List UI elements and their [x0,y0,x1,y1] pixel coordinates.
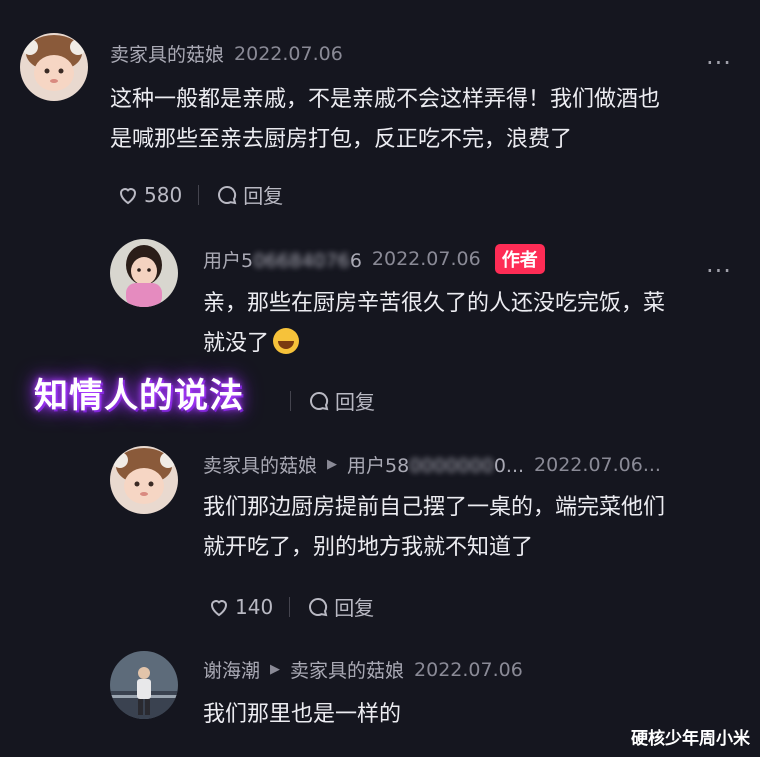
like-count: 580 [144,182,183,207]
reply-arrow-icon: ▶ [270,662,281,677]
reply-label: 回复 [335,390,375,414]
more-options-icon[interactable]: ... [706,250,732,278]
comment-text-line: 是喊那些至亲去厨房打包，反正吃不完，浪费了 [110,127,573,152]
man-photo-avatar-icon [110,651,178,719]
comment-text: 这种一般都是亲戚，不是亲戚不会这样弄得！我们做酒也 是喊那些至亲去厨房打包，反正… [110,80,660,160]
avatar[interactable] [110,239,178,307]
comment-meta: 谢海潮 ▶ 卖家具的菇娘 2022.07.06 [203,656,523,683]
heart-icon [210,599,228,616]
comment-actions: 140 回复 [207,592,374,621]
username-prefix: 用户58 [347,455,410,477]
heart-icon [119,187,137,204]
comment-text-segment: 就没了 [203,331,270,356]
speech-bubble-icon [218,185,237,204]
divider [290,390,291,411]
watermark: 硬核少年周小米 [631,729,750,749]
divider [198,184,200,205]
like-count: 140 [235,594,274,619]
username-blurred: 0000000 [409,455,494,477]
reply-label: 回复 [334,596,375,620]
comment-text-line: 我们那里也是一样的 [203,702,402,727]
comment-date: 2022.07.06 [414,658,523,681]
laughing-crying-emoji-icon [273,328,300,354]
reply-label: 回复 [243,184,284,208]
comment-text-line: 就没了 [203,324,665,364]
reply-button[interactable]: 回复 [215,180,283,209]
avatar[interactable] [20,33,88,101]
comment-meta: 卖家具的菇娘 2022.07.06 [110,40,343,67]
comment-text-line: 我们那边厨房提前自己摆了一桌的，端完菜他们 [203,495,666,520]
comment-text-line: 亲，那些在厨房辛苦很久了的人还没吃完饭，菜 [203,291,666,316]
more-options-icon[interactable]: ... [706,42,732,70]
reply-to-username[interactable]: 卖家具的菇娘 [290,656,404,683]
like-button[interactable]: 140 [207,595,273,619]
username[interactable]: 卖家具的菇娘 [203,451,317,478]
username-suffix: 6 [349,249,362,272]
reply-button[interactable]: 回复 [307,386,375,415]
speech-bubble-icon [309,597,328,616]
speech-bubble-icon [310,391,329,410]
comment-date: 2022.07.06 [234,42,343,65]
comment-meta: 卖家具的菇娘 ▶ 用户5800000000... 2022.07.06... [203,451,661,478]
baby-avatar-icon [110,446,178,514]
reply-button[interactable]: 回复 [306,592,374,621]
baby-avatar-icon [20,33,88,101]
reply-to-username[interactable]: 用户5800000000... [347,451,524,478]
comment-date: 2022.07.06 [371,248,481,270]
username-prefix: 用户5 [203,249,254,272]
author-badge: 作者 [494,244,545,274]
avatar[interactable] [110,446,178,514]
comment-text: 亲，那些在厨房辛苦很久了的人还没吃完饭，菜 就没了 [203,284,665,364]
comment-text: 我们那里也是一样的 [203,695,401,735]
comment-meta: 用户5066840766 2022.07.06 作者 [203,244,545,274]
username[interactable]: 卖家具的菇娘 [110,40,224,67]
reply-arrow-icon: ▶ [327,457,338,472]
comment-actions: 回复 [290,386,375,415]
girl-avatar-icon [110,239,178,307]
comment-actions: 580 回复 [116,180,283,209]
username[interactable]: 谢海潮 [203,656,260,683]
divider [289,596,291,617]
avatar[interactable] [110,651,178,719]
comment-text-line: 这种一般都是亲戚，不是亲戚不会这样弄得！我们做酒也 [110,87,661,112]
like-button[interactable]: 580 [116,183,182,207]
comment-text: 我们那边厨房提前自己摆了一桌的，端完菜他们 就开吃了，别的地方我就不知道了 [203,488,665,568]
username-blurred: 06684076 [253,249,350,272]
comment-text-line: 就开吃了，别的地方我就不知道了 [203,535,534,560]
comment-date: 2022.07.06... [534,453,661,476]
username[interactable]: 用户5066840766 [203,246,362,273]
username-suffix: 0... [493,455,525,477]
overlay-caption: 知情人的说法 [34,376,244,416]
